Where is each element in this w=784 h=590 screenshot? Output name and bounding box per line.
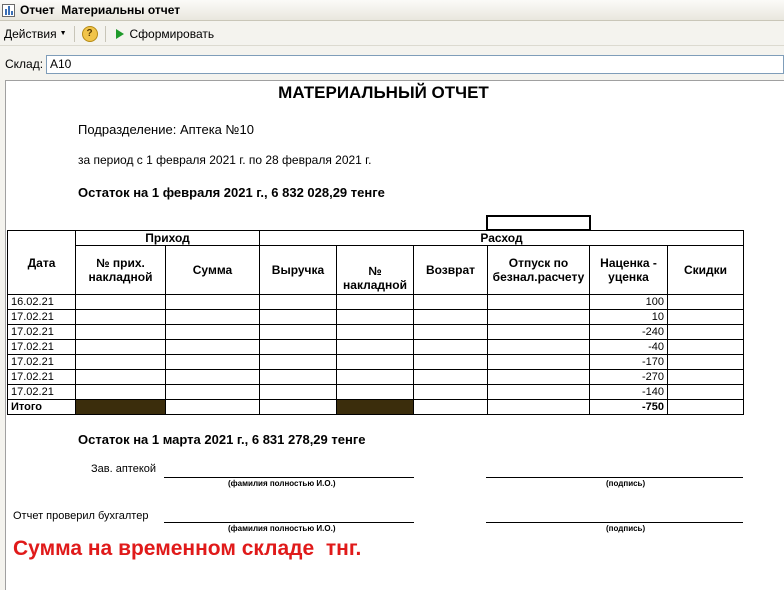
report-sheet[interactable]: МАТЕРИАЛЬНЫЙ ОТЧЕТ Подразделение: Аптека… [5, 80, 784, 590]
header-sum: Сумма [165, 245, 260, 295]
markup-cell: -140 [589, 384, 668, 400]
head-label: Зав. аптекой [91, 463, 157, 475]
warehouse-label: Склад: [5, 57, 44, 71]
header-discounts: Скидки [667, 245, 744, 295]
temporary-warehouse-note: Сумма на временном складе тнг. [13, 537, 362, 560]
signature-line [486, 477, 743, 478]
report-title: МАТЕРИАЛЬНЫЙ ОТЧЕТ [278, 83, 489, 102]
date-cell: 17.02.21 [7, 339, 76, 355]
header-expense: Расход [259, 230, 744, 246]
help-icon: ? [81, 25, 98, 42]
actions-label: Действия [4, 26, 57, 41]
header-income: Приход [75, 230, 260, 246]
total-row: Итого -750 [7, 399, 744, 415]
report-table: Дата Приход Расход № прих. накладной Сум… [7, 230, 744, 415]
shaded-cell [336, 399, 414, 415]
toolbar-separator [104, 25, 106, 42]
markup-cell: -40 [589, 339, 668, 355]
generate-button[interactable]: Сформировать [111, 24, 217, 44]
fullname-caption: (фамилия полностью И.О.) [228, 524, 336, 533]
total-label: Итого [7, 399, 76, 415]
table-row: 17.02.21 -270 [7, 369, 744, 385]
date-cell: 17.02.21 [7, 324, 76, 340]
generate-label: Сформировать [129, 26, 215, 41]
window-title: Отчет Материальны отчет [20, 3, 181, 17]
filter-row: Склад: А10 [0, 54, 784, 74]
table-row: 16.02.21 100 [7, 294, 744, 310]
signature-line [486, 522, 743, 523]
table-row: 17.02.21 -170 [7, 354, 744, 370]
table-row: 17.02.21 -40 [7, 339, 744, 355]
signature-caption: (подпись) [606, 524, 646, 533]
total-markup: -750 [589, 399, 668, 415]
markup-cell: -240 [589, 324, 668, 340]
date-cell: 17.02.21 [7, 309, 76, 325]
shaded-cell [75, 399, 166, 415]
markup-cell: 100 [589, 294, 668, 310]
table-row: 17.02.21 10 [7, 309, 744, 325]
header-noncash: Отпуск по безнал.расчету [487, 245, 590, 295]
report-window: Отчет Материальны отчет Действия ▼ ? Сфо… [0, 0, 784, 590]
actions-menu-button[interactable]: Действия ▼ [2, 24, 69, 44]
fullname-caption: (фамилия полностью И.О.) [228, 479, 336, 488]
markup-cell: -170 [589, 354, 668, 370]
header-invoice-no: № прих. накладной [75, 245, 166, 295]
help-button[interactable]: ? [80, 24, 100, 44]
header-return: Возврат [413, 245, 488, 295]
report-icon [2, 3, 15, 17]
date-cell: 17.02.21 [7, 384, 76, 400]
date-cell: 17.02.21 [7, 369, 76, 385]
toolbar: Действия ▼ ? Сформировать [0, 22, 784, 46]
accountant-label: Отчет проверил бухгалтер [13, 510, 149, 522]
play-icon [115, 28, 124, 39]
period-line: за период с 1 февраля 2021 г. по 28 февр… [78, 153, 372, 167]
date-cell: 17.02.21 [7, 354, 76, 370]
header-waybill-no: № накладной [336, 245, 414, 295]
header-markup: Наценка - уценка [589, 245, 668, 295]
header-date: Дата [7, 230, 76, 295]
signature-caption: (подпись) [606, 479, 646, 488]
title-bar: Отчет Материальны отчет [0, 0, 784, 21]
signature-line [164, 522, 414, 523]
table-row: 17.02.21 -240 [7, 324, 744, 340]
opening-balance: Остаток на 1 февраля 2021 г., 6 832 028,… [78, 185, 385, 200]
table-body: 16.02.21 100 17.02.21 10 17.02.21 -240 1… [7, 294, 744, 415]
closing-balance: Остаток на 1 марта 2021 г., 6 831 278,29… [78, 432, 366, 447]
warehouse-input[interactable]: А10 [46, 54, 784, 74]
markup-cell: 10 [589, 309, 668, 325]
selected-cell[interactable] [486, 215, 591, 231]
department-line: Подразделение: Аптека №10 [78, 122, 254, 137]
chevron-down-icon: ▼ [59, 30, 67, 37]
table-row: 17.02.21 -140 [7, 384, 744, 400]
date-cell: 16.02.21 [7, 294, 76, 310]
header-revenue: Выручка [259, 245, 337, 295]
signature-line [164, 477, 414, 478]
markup-cell: -270 [589, 369, 668, 385]
toolbar-separator [73, 25, 75, 42]
